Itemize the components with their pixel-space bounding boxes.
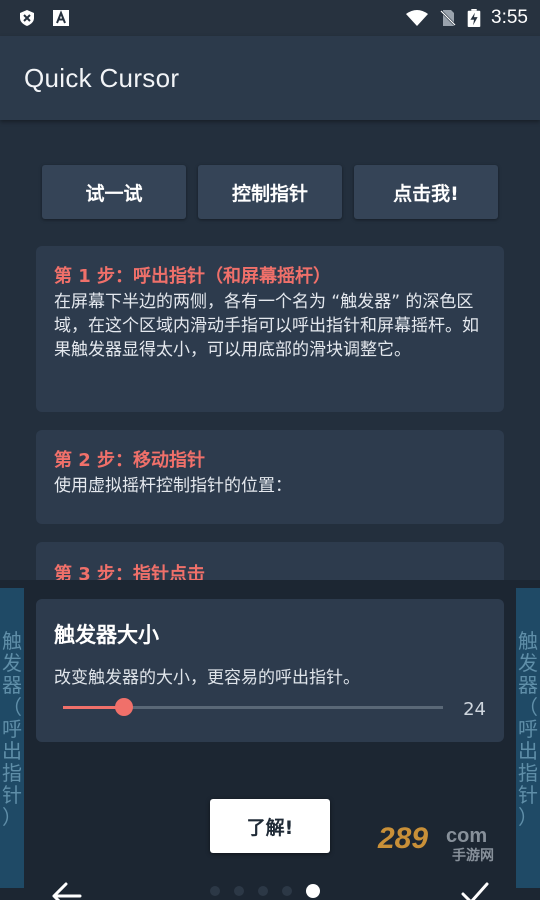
page-dot (258, 886, 268, 896)
page-dot (282, 886, 292, 896)
step-1-title: 第 1 步：呼出指针（和屏幕摇杆） (54, 266, 332, 287)
svg-text:com: com (446, 825, 487, 847)
step-3-clip: 第 3 步：指针点击 (0, 540, 540, 580)
trigger-size-title: 触发器大小 (54, 623, 159, 647)
try-it-button[interactable]: 试一试 (42, 165, 186, 219)
action-button-row: 试一试 控制指针 点击我! (42, 165, 498, 219)
step-3-title: 第 3 步：指针点击 (54, 564, 206, 580)
step-1-body: 在屏幕下半边的两侧，各有一个名为 “触发器” 的深色区域，在这个区域内滑动手指可… (54, 292, 479, 360)
page-dot-active (306, 884, 320, 898)
app-title: Quick Cursor (24, 62, 180, 93)
trigger-size-slider[interactable] (63, 698, 443, 716)
a-box-icon (53, 10, 69, 26)
click-me-button[interactable]: 点击我! (354, 165, 498, 219)
left-trigger-area[interactable]: 触 发 器 （ 呼 出 指 针 ） (0, 588, 24, 888)
page-dot (234, 886, 244, 896)
page-indicator (210, 884, 320, 898)
trigger-size-value: 24 (463, 699, 486, 720)
step-3-card: 第 3 步：指针点击 (36, 542, 504, 580)
control-pointer-button[interactable]: 控制指针 (198, 165, 342, 219)
status-time: 3:55 (491, 7, 528, 28)
arrow-left-icon[interactable] (50, 880, 84, 900)
trigger-size-card: 触发器大小 改变触发器的大小，更容易的呼出指针。 24 (36, 599, 504, 742)
battery-charging-icon (467, 9, 481, 27)
page-dot (210, 886, 220, 896)
svg-text:手游网: 手游网 (452, 847, 494, 864)
step-2-card: 第 2 步：移动指针 使用虚拟摇杆控制指针的位置： (36, 430, 504, 524)
step-1-card: 第 1 步：呼出指针（和屏幕摇杆） 在屏幕下半边的两侧，各有一个名为 “触发器”… (36, 246, 504, 412)
status-bar: 3:55 (0, 0, 540, 36)
right-trigger-area[interactable]: 触 发 器 （ 呼 出 指 针 ） (516, 588, 540, 888)
check-icon[interactable] (460, 880, 490, 900)
no-sim-icon (440, 10, 456, 26)
step-2-title: 第 2 步：移动指针 (54, 450, 206, 471)
x-shield-icon (20, 10, 34, 26)
got-it-button[interactable]: 了解! (210, 799, 330, 853)
watermark-logo: 289 com 手游网 (377, 822, 494, 864)
trigger-size-description: 改变触发器的大小，更容易的呼出指针。 (54, 668, 360, 688)
app-bar: Quick Cursor (0, 36, 540, 120)
wifi-icon (406, 10, 429, 26)
step-2-body: 使用虚拟摇杆控制指针的位置： (54, 476, 292, 496)
svg-text:289: 289 (377, 822, 428, 855)
slider-thumb[interactable] (115, 698, 133, 716)
